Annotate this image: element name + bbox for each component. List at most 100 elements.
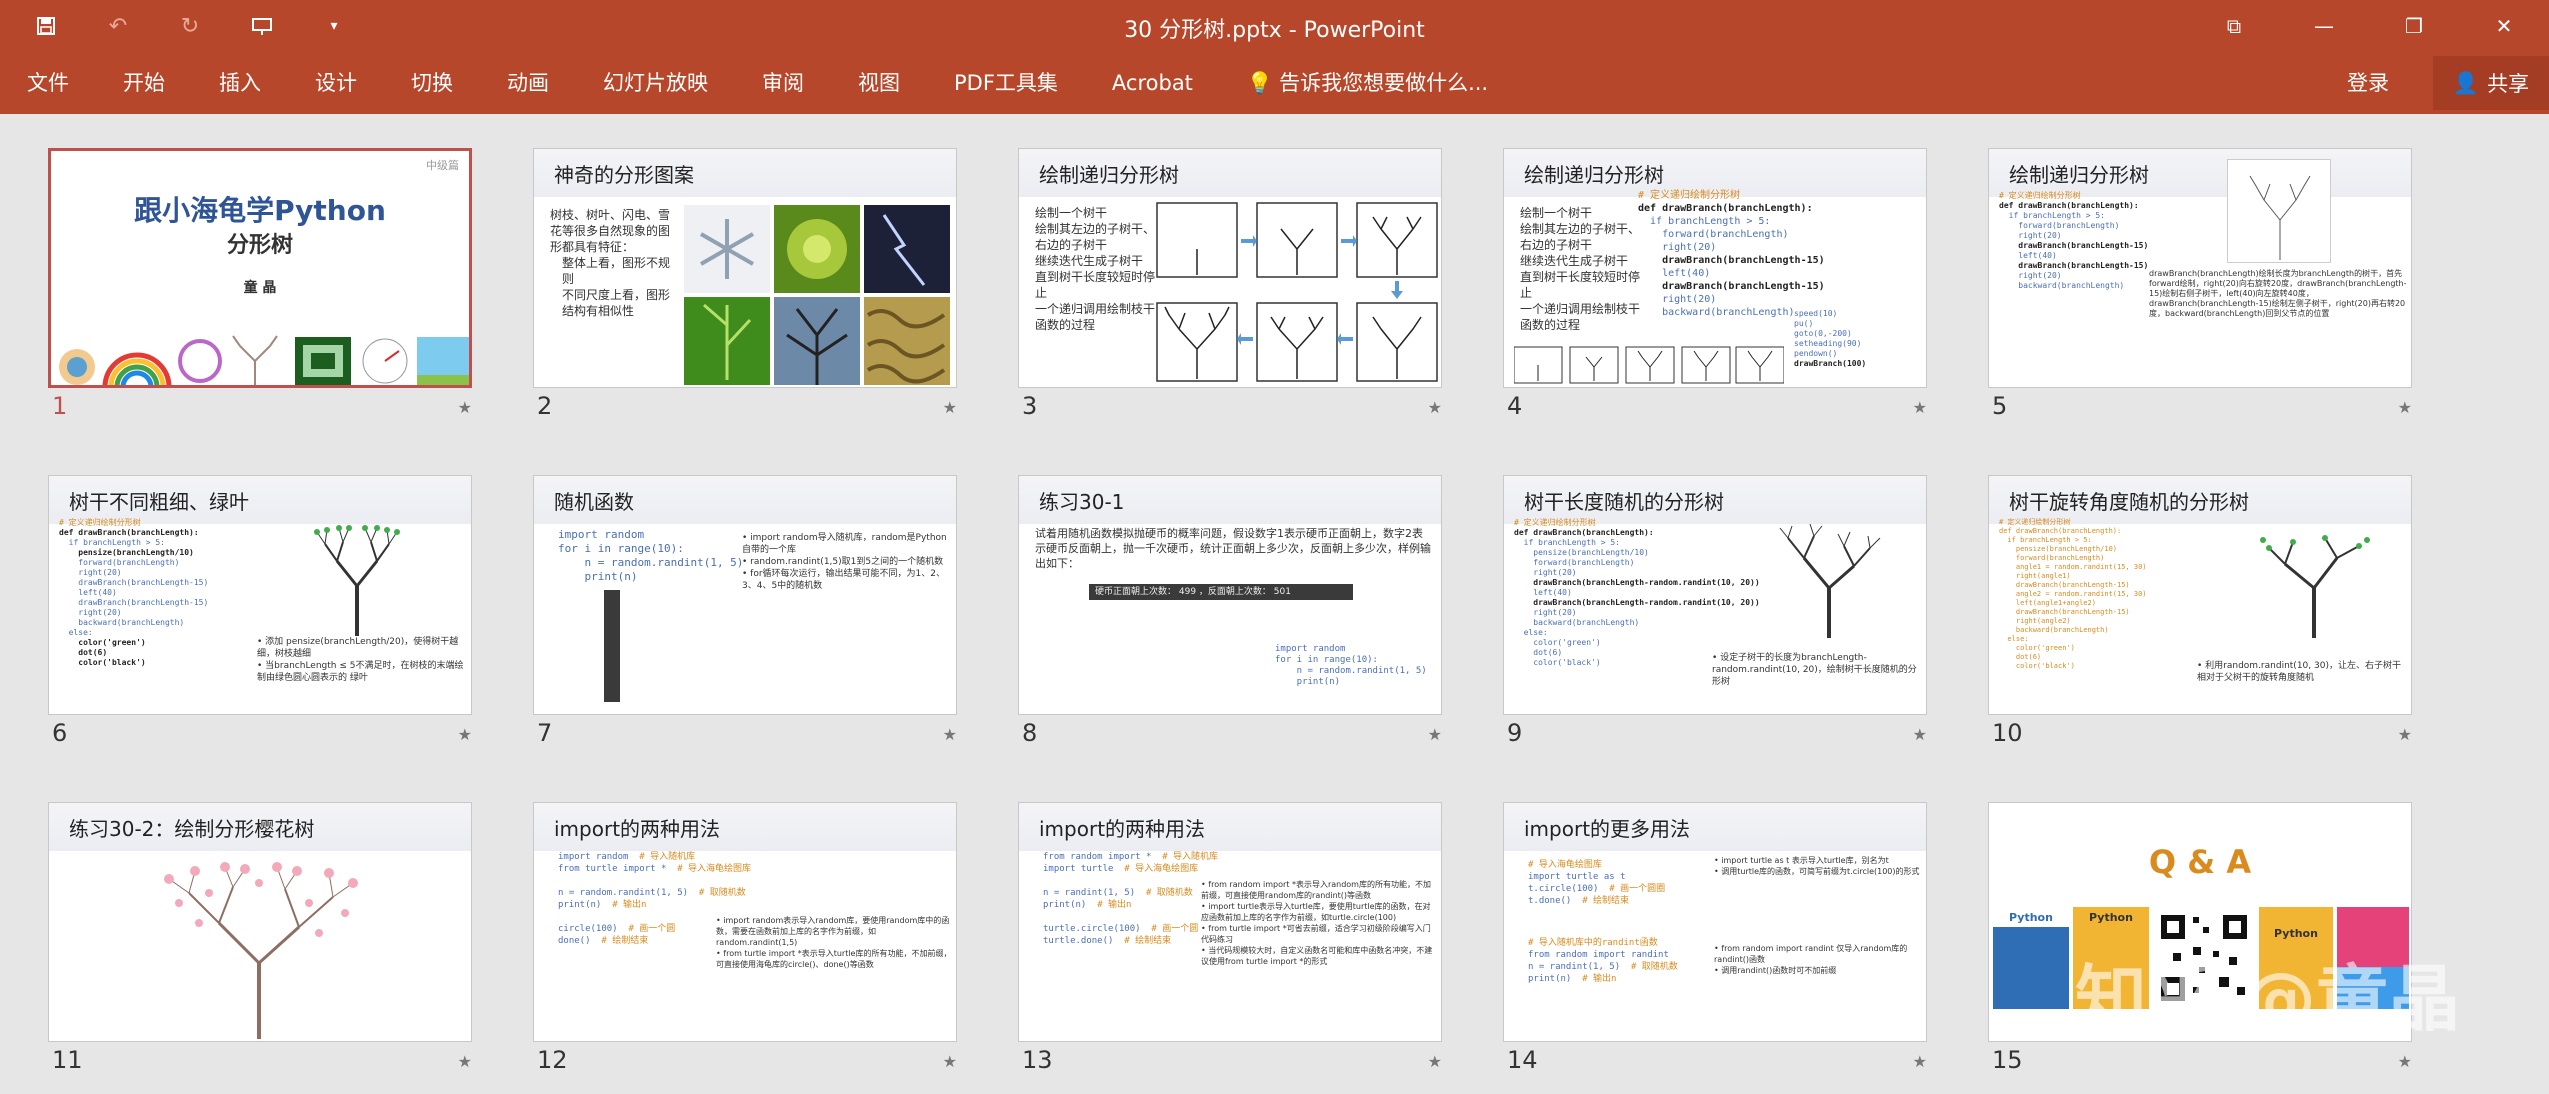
slide-thumbnail[interactable]: import的更多用法 # 导入海龟绘图库 import turtle as t… [1503, 802, 1927, 1042]
code-comments: speed(10) pu() goto(0,-200) setheading(9… [1794, 309, 1867, 368]
slide-main-title: 跟小海龟学Python [134, 194, 386, 227]
slide-thumbnail[interactable]: 中级篇 跟小海龟学Python 分形树 童 晶 [48, 148, 472, 388]
slide-thumbnail[interactable]: 树干长度随机的分形树 # 定义递归绘制分形树 def drawBranch(br… [1503, 475, 1927, 715]
slide-thumbnail[interactable]: import的两种用法 import random # 导入随机库 from t… [533, 802, 957, 1042]
explanation-text: drawBranch(branchLength)绘制长度为branchLengt… [2149, 269, 2407, 318]
svg-text:Python: Python [2009, 911, 2053, 924]
slide-bullets-2: • from random import randint 仅导入random库的… [1714, 944, 1908, 975]
star-icon[interactable]: ★ [458, 1052, 472, 1071]
slide-number: 3 [1022, 392, 1038, 420]
watermark: 知乎 @童晶 [2075, 957, 2461, 1041]
slide-1-images [59, 335, 469, 385]
star-icon[interactable]: ★ [458, 398, 472, 417]
restore-icon[interactable]: ❐ [2369, 0, 2459, 52]
slide-number: 9 [1507, 719, 1523, 747]
share-label: 共享 [2487, 72, 2530, 96]
slide-author: 童 晶 [243, 280, 277, 296]
slide-bullets: 绘制一个树干 绘制其左边的子树干、右边的子树干 继续迭代生成子树干 直到树干长度… [1035, 206, 1156, 332]
code-block-1: # 导入海龟绘图库 import turtle as t t.circle(10… [1528, 860, 1666, 906]
slide-number: 2 [537, 392, 553, 420]
window-controls: ⧉ — ❐ ✕ [2189, 0, 2549, 52]
tab-home[interactable]: 开始 [96, 66, 192, 100]
green-tree-image [314, 525, 400, 636]
slide-number: 12 [537, 1046, 568, 1074]
star-icon[interactable]: ★ [2398, 1052, 2412, 1071]
code-block: # 定义递归绘制分形树 def drawBranch(branchLength)… [1999, 191, 2149, 290]
star-icon[interactable]: ★ [943, 398, 957, 417]
star-icon[interactable]: ★ [458, 725, 472, 744]
slide-number: 13 [1022, 1046, 1053, 1074]
tab-slideshow[interactable]: 幻灯片放映 [576, 66, 735, 100]
console-output: 硬币正面朝上次数： 499 ，反面朝上次数： 501 [1089, 584, 1353, 600]
lightbulb-icon: 💡 [1246, 71, 1274, 95]
star-icon[interactable]: ★ [943, 725, 957, 744]
share-button[interactable]: 👤 共享 [2433, 56, 2549, 110]
slide-bullets: 树枝、树叶、闪电、雪花等很多自然现象的图形都具有特征： 整体上看，图形不规则 不… [550, 208, 671, 318]
slide-title: 树干不同粗细、绿叶 [69, 490, 249, 514]
slide-number: 10 [1992, 719, 2023, 747]
star-icon[interactable]: ★ [1913, 725, 1927, 744]
star-icon[interactable]: ★ [1428, 398, 1442, 417]
star-icon[interactable]: ★ [2398, 725, 2412, 744]
ribbon-tabs: 文件 开始 插入 设计 切换 动画 幻灯片放映 审阅 视图 PDF工具集 Acr… [0, 66, 1515, 100]
tab-design[interactable]: 设计 [288, 66, 384, 100]
tab-animations[interactable]: 动画 [480, 66, 576, 100]
ribbon: 文件 开始 插入 设计 切换 动画 幻灯片放映 审阅 视图 PDF工具集 Acr… [0, 52, 2549, 114]
slide-thumbnail[interactable]: 绘制递归分形树 # 定义递归绘制分形树 def drawBranch(branc… [1988, 148, 2412, 388]
slide-number: 14 [1507, 1046, 1538, 1074]
star-icon[interactable]: ★ [2398, 398, 2412, 417]
slide-thumbnail[interactable]: 随机函数 import random for i in range(10): n… [533, 475, 957, 715]
slide-title: 练习30-1 [1039, 490, 1125, 514]
window-title: 30 分形树.pptx - PowerPoint [1124, 18, 1425, 43]
slide-subtitle: 分形树 [226, 233, 293, 258]
tab-review[interactable]: 审阅 [735, 66, 831, 100]
slide-number: 7 [537, 719, 553, 747]
tab-view[interactable]: 视图 [831, 66, 927, 100]
star-icon[interactable]: ★ [943, 1052, 957, 1071]
tab-pdf-tools[interactable]: PDF工具集 [927, 66, 1085, 100]
code-block: # 定义递归绘制分形树 def drawBranch(branchLength)… [59, 518, 209, 667]
slide-bullets: • import random导入随机库，random是Python自带的一个库… [742, 533, 947, 591]
fractal-photos [684, 205, 950, 385]
tab-transitions[interactable]: 切换 [384, 66, 480, 100]
slide-number: 6 [52, 719, 68, 747]
sign-in-link[interactable]: 登录 [2347, 66, 2389, 100]
qa-title: Q & A [2148, 843, 2252, 881]
close-icon[interactable]: ✕ [2459, 0, 2549, 52]
slide-body: 试着用随机函数模拟抛硬币的概率问题，假设数字1表示硬币正面朝上，数字2表示硬币反… [1035, 527, 1431, 570]
person-icon: 👤 [2452, 70, 2480, 95]
star-icon[interactable]: ★ [1428, 725, 1442, 744]
slide-number: 8 [1022, 719, 1038, 747]
code-block: # 定义递归绘制分形树 def drawBranch(branchLength)… [1514, 518, 1760, 667]
slide-thumbnail[interactable]: 神奇的分形图案 树枝、树叶、闪电、雪花等很多自然现象的图形都具有特征： 整体上看… [533, 148, 957, 388]
code-block: # 定义递归绘制分形树 def drawBranch(branchLength)… [1999, 518, 2147, 670]
slide-title: 树干长度随机的分形树 [1524, 490, 1724, 514]
star-icon[interactable]: ★ [1913, 398, 1927, 417]
cherry-tree-image [164, 862, 358, 1039]
random-angle-tree-image [2260, 535, 2370, 638]
slide-thumbnail[interactable]: 练习30-2：绘制分形樱花树 [48, 802, 472, 1042]
slide-title: 绘制递归分形树 [1524, 163, 1664, 187]
tab-acrobat[interactable]: Acrobat [1085, 66, 1220, 100]
slide-thumbnail[interactable]: 绘制递归分形树 绘制一个树干 绘制其左边的子树干、右边的子树干 继续迭代生成子树… [1503, 148, 1927, 388]
star-icon[interactable]: ★ [1913, 1052, 1927, 1071]
tell-me-box[interactable]: 💡 告诉我您想要做什么... [1220, 66, 1515, 100]
slide-thumbnail[interactable]: import的两种用法 from random import * # 导入随机库… [1018, 802, 1442, 1042]
slide-title: 神奇的分形图案 [554, 163, 694, 187]
tab-file[interactable]: 文件 [0, 66, 96, 100]
code-block: from random import * # 导入随机库 import turt… [1043, 852, 1219, 946]
slide-thumbnail[interactable]: 树干不同粗细、绿叶 # 定义递归绘制分形树 def drawBranch(bra… [48, 475, 472, 715]
slide-thumbnail[interactable]: 绘制递归分形树 绘制一个树干 绘制其左边的子树干、右边的子树干 继续迭代生成子树… [1018, 148, 1442, 388]
ribbon-display-icon[interactable]: ⧉ [2189, 0, 2279, 52]
slide-bullets: • 设定子树干的长度为branchLength-random.randint(1… [1712, 653, 1917, 687]
slide-number: 11 [52, 1046, 83, 1074]
star-icon[interactable]: ★ [1428, 1052, 1442, 1071]
code-block: import random for i in range(10): n = ra… [558, 528, 744, 583]
tab-insert[interactable]: 插入 [192, 66, 288, 100]
slide-thumbnail[interactable]: 树干旋转角度随机的分形树 # 定义递归绘制分形树 def drawBranch(… [1988, 475, 2412, 715]
minimize-icon[interactable]: — [2279, 0, 2369, 52]
slide-title: import的两种用法 [1039, 817, 1206, 841]
slide-thumbnail[interactable]: 练习30-1 试着用随机函数模拟抛硬币的概率问题，假设数字1表示硬币正面朝上，数… [1018, 475, 1442, 715]
slide-title: 绘制递归分形树 [2009, 163, 2149, 187]
slide-number: 5 [1992, 392, 2008, 420]
